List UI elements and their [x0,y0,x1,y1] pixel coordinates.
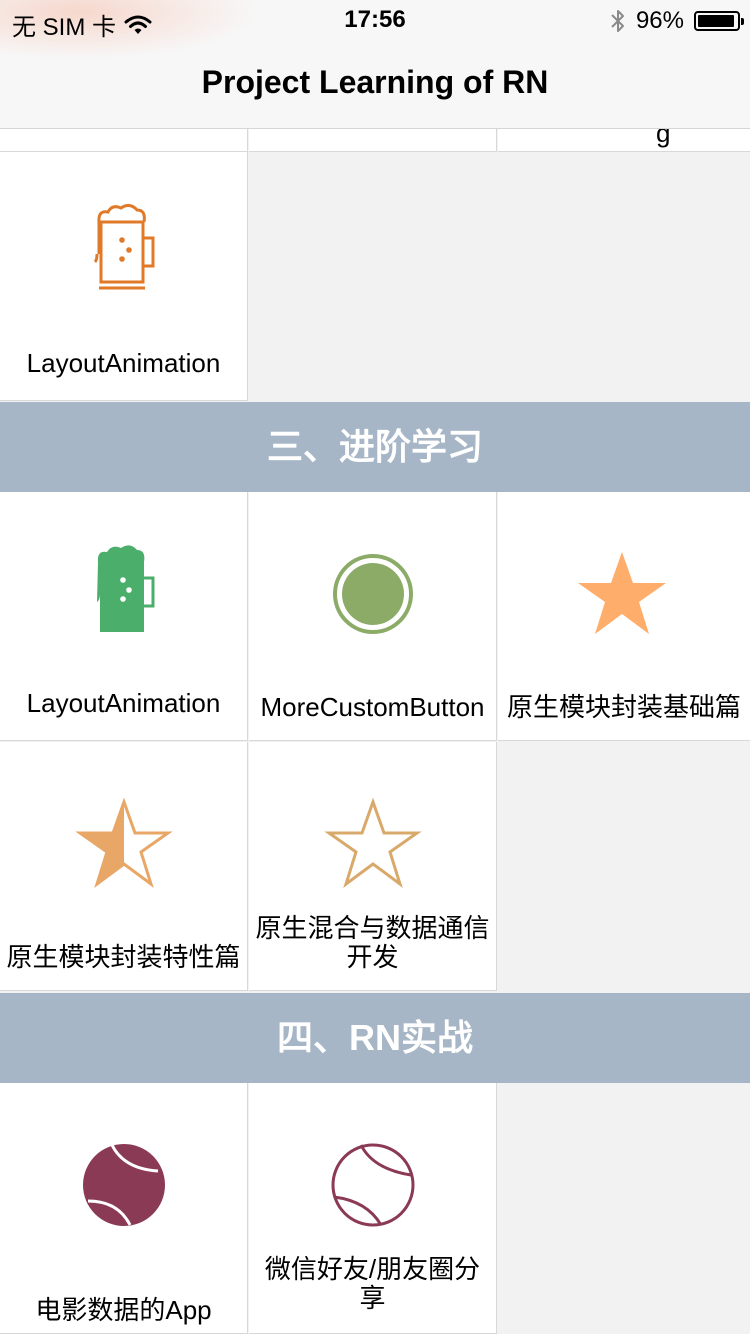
page-title: Project Learning of RN [201,64,549,100]
cell-label: 原生混合与数据通信开发 [255,913,490,972]
grid-cell-top-layout-animation[interactable]: LayoutAnimation [0,152,248,401]
grid-cell-more-custom-button[interactable]: MoreCustomButton [249,492,497,741]
cell-label: MoreCustomButton [260,692,485,722]
grid-cell-native-module-features[interactable]: 原生模块封装特性篇 [0,742,248,991]
grid-cell-movie-data-app[interactable]: 电影数据的App [0,1083,248,1334]
grid-cell-native-module-basics[interactable]: 原生模块封装基础篇 [498,492,750,741]
cell-label: 原生模块封装特性篇 [6,942,241,972]
grid-cell-native-hybrid-data[interactable]: 原生混合与数据通信开发 [249,742,497,991]
bluetooth-icon [611,10,624,32]
battery-percent: 96% [635,7,684,34]
tennis-ball-filled-icon [83,1144,165,1226]
cell-label: LayoutAnimation [26,688,221,718]
battery-icon [694,11,744,31]
grid-cell-adv-layout-animation[interactable]: LayoutAnimation [0,492,248,741]
status-bar: 无 SIM 卡 17:56 96% [0,0,750,41]
navigation-header: 无 SIM 卡 17:56 96% Project Learning of RN [0,0,750,129]
cell-label: 电影数据的App [35,1295,212,1325]
beer-outline-icon [93,203,155,290]
battery-fill [698,15,735,27]
circle-button-icon [333,554,413,634]
cell-label: LayoutAnimation [26,348,221,378]
star-half-icon [75,797,173,888]
section-header-advanced: 三、进阶学习 [0,402,750,492]
status-right: 96% [610,7,744,35]
star-filled-icon [578,552,666,634]
section-header-rn-practice: 四、RN实战 [0,993,750,1083]
star-outline-icon [324,797,422,888]
tennis-ball-outline-icon [331,1143,415,1227]
grid-cell-wechat-share[interactable]: 微信好友/朋友圈分享 [249,1083,497,1334]
beer-filled-icon [97,545,155,632]
cell-label: 原生模块封装基础篇 [506,692,741,722]
cell-label: 微信好友/朋友圈分享 [264,1254,481,1313]
